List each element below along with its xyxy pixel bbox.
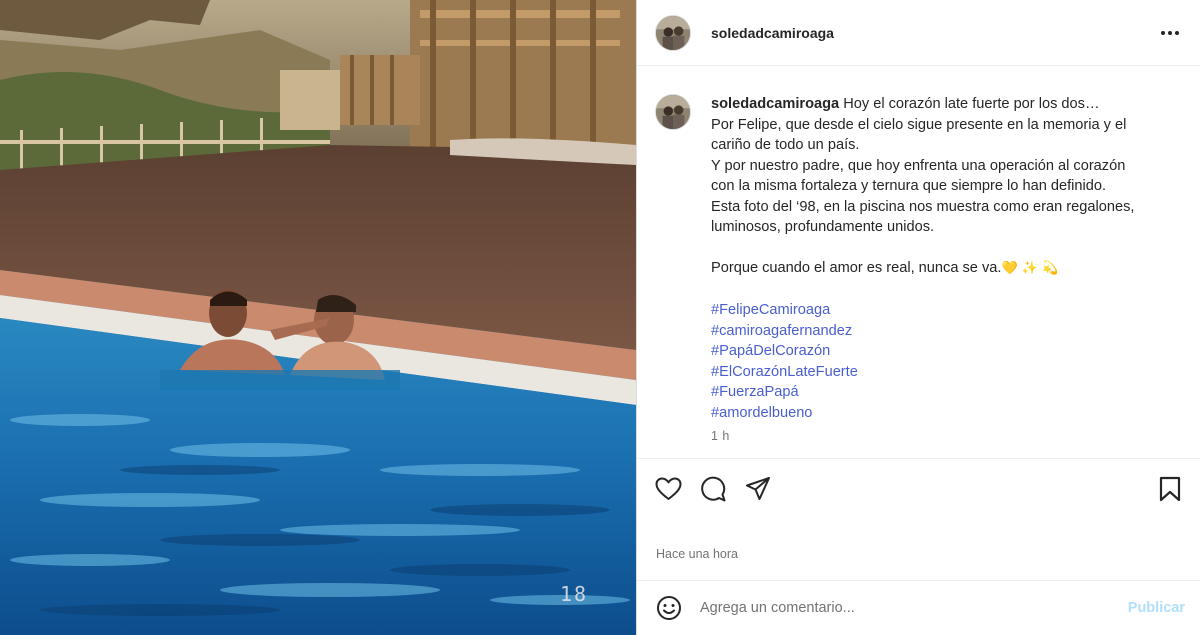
more-options-icon[interactable]: [1158, 21, 1182, 45]
caption-line: soledadcamiroaga Hoy el corazón late fue…: [711, 94, 1181, 115]
comment-icon: [701, 476, 726, 501]
post-details-panel: soledadcamiroaga soledadcamiroaga Hoy el…: [636, 0, 1200, 635]
avatar-image: [656, 15, 690, 50]
caption-line: cariño de todo un país.: [711, 137, 860, 153]
send-icon: [746, 476, 770, 500]
sparkles-emoji: ✨: [1021, 261, 1038, 276]
caption-line: Esta foto del ‘98, en la piscina nos mue…: [711, 198, 1135, 215]
comment-button[interactable]: [698, 474, 728, 504]
heart-icon: [655, 477, 681, 500]
action-bar: [637, 458, 1200, 518]
comment-input[interactable]: [700, 600, 1128, 616]
hashtag-link[interactable]: #PapáDelCorazón: [711, 341, 1181, 362]
caption-line: luminosos, profundamente unidos.: [711, 219, 935, 235]
photo-date-stamp: 18: [560, 582, 589, 606]
post-header: soledadcamiroaga: [637, 0, 1200, 66]
caption-line: con la misma fortaleza y ternura que sie…: [711, 178, 1107, 194]
emoji-picker-button[interactable]: [654, 593, 684, 623]
yellow-heart-emoji: 💛: [1001, 261, 1018, 276]
hashtag-link[interactable]: #FelipeCamiroaga: [711, 300, 1181, 321]
caption-author-avatar[interactable]: [655, 94, 691, 130]
hashtag-link[interactable]: #amordelbueno: [711, 403, 1181, 424]
comment-bar: Publicar: [637, 580, 1200, 635]
caption-timestamp[interactable]: 1 h: [711, 426, 1181, 447]
author-username[interactable]: soledadcamiroaga: [711, 25, 1158, 41]
post-photo[interactable]: 18: [0, 0, 636, 635]
smiley-icon: [657, 596, 681, 620]
like-button[interactable]: [653, 474, 683, 504]
caption-section: soledadcamiroaga Hoy el corazón late fue…: [637, 66, 1200, 458]
save-button[interactable]: [1155, 474, 1185, 504]
post-date[interactable]: Hace una hora: [656, 547, 738, 561]
caption-username[interactable]: soledadcamiroaga: [711, 96, 839, 112]
publish-button[interactable]: Publicar: [1128, 600, 1185, 616]
caption-line-text: Hoy el corazón late fuerte por los dos…: [843, 96, 1100, 112]
caption-line: Por Felipe, que desde el cielo sigue pre…: [711, 116, 1127, 133]
share-button[interactable]: [743, 474, 773, 504]
caption-row: soledadcamiroaga Hoy el corazón late fue…: [655, 94, 1183, 447]
dizzy-emoji: 💫: [1041, 261, 1059, 276]
hashtag-link[interactable]: #ElCorazónLateFuerte: [711, 362, 1181, 383]
bookmark-icon: [1159, 476, 1181, 501]
author-avatar[interactable]: [655, 14, 691, 51]
avatar-image: [656, 95, 690, 129]
caption-closing: Porque cuando el amor es real, nunca se …: [711, 258, 1181, 280]
pool-photo-illustration: [0, 0, 636, 635]
hashtag-link[interactable]: #camiroagafernandez: [711, 321, 1181, 342]
caption-line: Y por nuestro padre, que hoy enfrenta un…: [711, 157, 1126, 174]
caption-text: soledadcamiroaga Hoy el corazón late fue…: [711, 94, 1181, 447]
caption-closing-text: Porque cuando el amor es real, nunca se …: [711, 260, 1002, 276]
hashtag-link[interactable]: #FuerzaPapá: [711, 382, 1181, 403]
